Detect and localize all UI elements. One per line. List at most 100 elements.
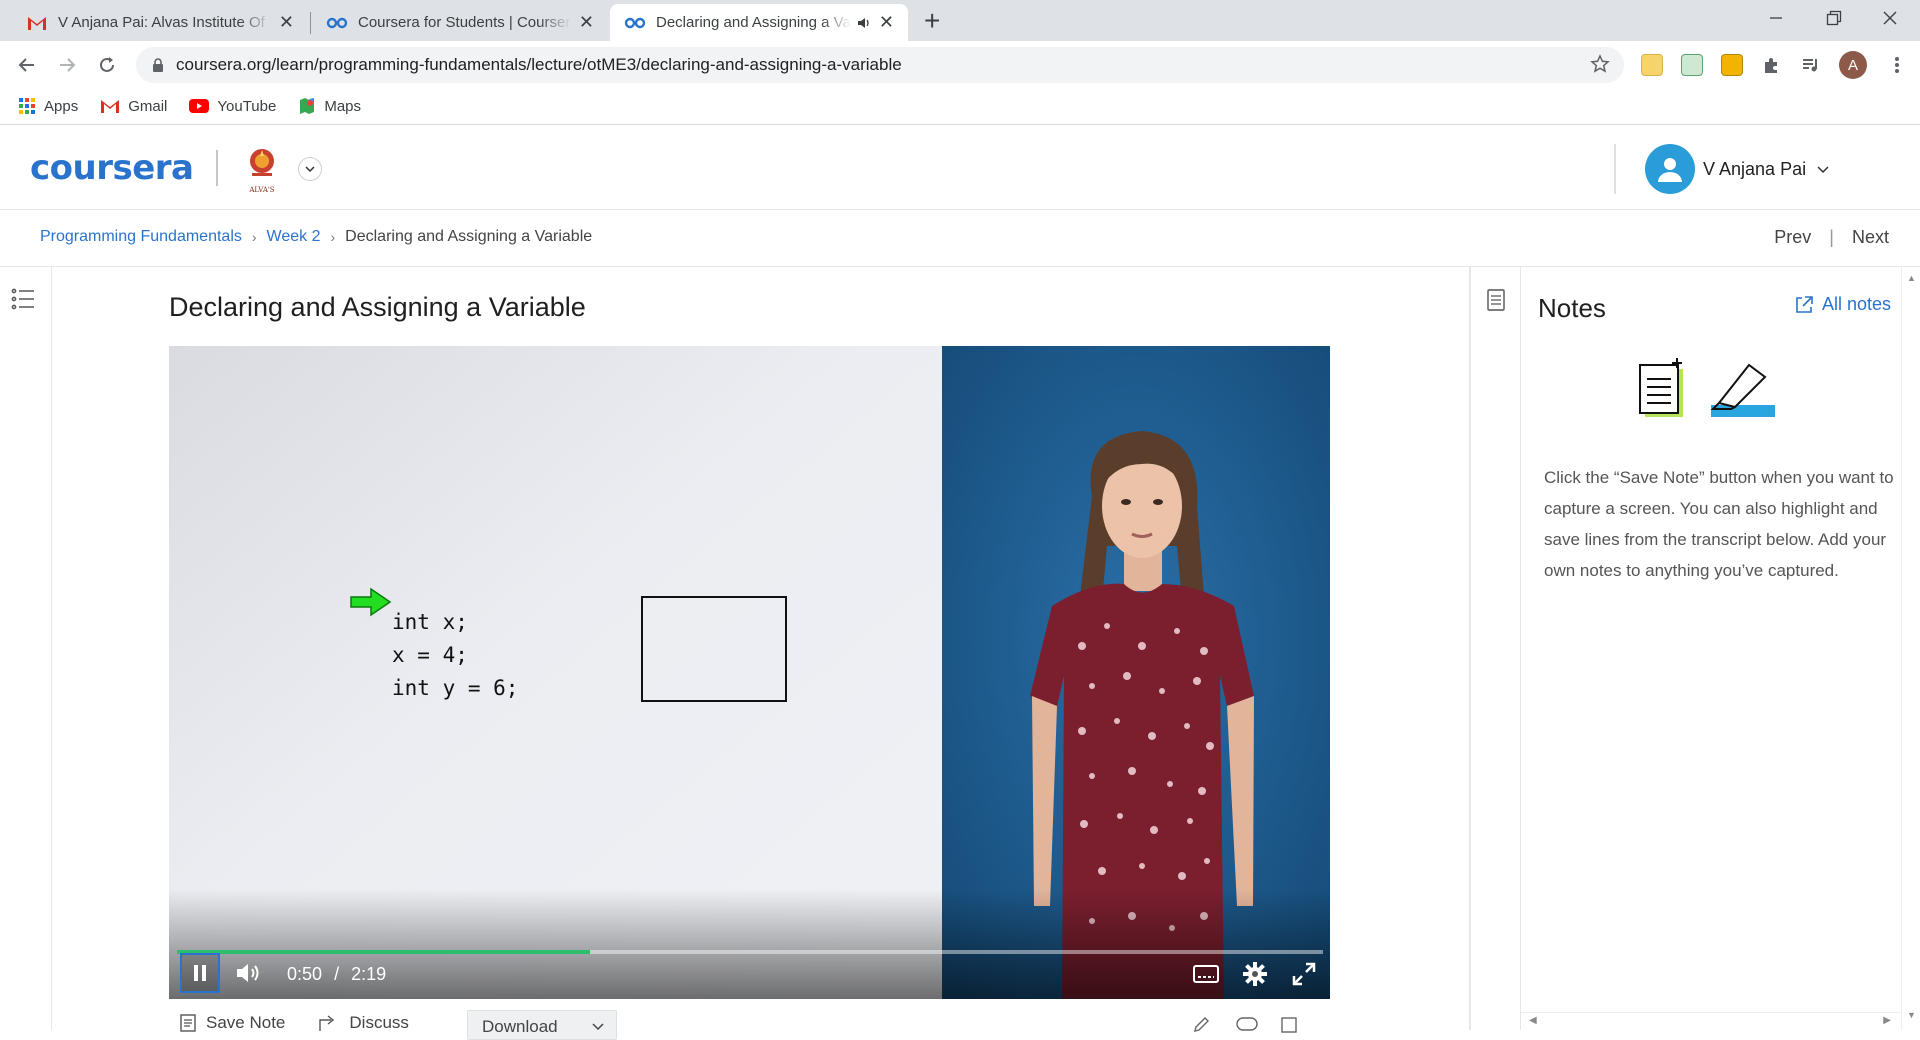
forward-icon[interactable] — [52, 50, 82, 80]
extension-sheets-icon[interactable] — [1681, 54, 1703, 76]
user-menu[interactable]: V Anjana Pai — [1703, 159, 1829, 180]
settings-button[interactable] — [1239, 958, 1271, 990]
scroll-up-icon[interactable]: ▲ — [1907, 273, 1916, 283]
header-divider — [1614, 144, 1616, 194]
lesson-pagination: Prev | Next — [1774, 227, 1889, 248]
breadcrumb: Programming Fundamentals › Week 2 › Decl… — [40, 228, 592, 246]
fullscreen-button[interactable] — [1288, 958, 1320, 990]
close-window-icon[interactable] — [1882, 10, 1898, 26]
breadcrumb-course-link[interactable]: Programming Fundamentals — [40, 228, 242, 246]
code-line: x = 4; — [392, 643, 468, 667]
notes-rail — [1469, 267, 1521, 1030]
tab-title: V Anjana Pai: Alvas Institute Of Enginee… — [58, 14, 271, 31]
gear-icon — [1243, 962, 1267, 986]
pause-icon — [194, 965, 206, 981]
bookmark-apps[interactable]: Apps — [18, 97, 78, 115]
user-avatar-icon[interactable] — [1645, 144, 1695, 194]
reload-icon[interactable] — [92, 50, 122, 80]
scroll-down-icon[interactable]: ▼ — [1907, 1010, 1916, 1020]
extension-notes-icon[interactable] — [1641, 54, 1663, 76]
current-time: 0:50 — [287, 964, 323, 984]
prev-button[interactable]: Prev — [1774, 227, 1811, 248]
header-divider — [216, 150, 218, 186]
notes-heading: Notes — [1538, 293, 1606, 323]
breadcrumb-chevron-icon: › — [251, 229, 257, 245]
close-tab-icon[interactable]: ✕ — [279, 12, 294, 33]
notes-horizontal-scrollbar[interactable]: ◀ ▶ — [1521, 1012, 1901, 1030]
bookmark-label: Maps — [324, 97, 362, 115]
url-text: coursera.org/learn/programming-fundament… — [176, 55, 902, 74]
tab-gmail[interactable]: V Anjana Pai: Alvas Institute Of Enginee… — [12, 4, 308, 41]
minimize-window-icon[interactable] — [1768, 2, 1784, 22]
edit-pencil-icon[interactable] — [1192, 1016, 1210, 1034]
notes-vertical-scrollbar[interactable]: ▲ ▼ — [1901, 267, 1920, 1030]
bookmark-maps[interactable]: Maps — [298, 97, 361, 115]
video-progress-bar[interactable] — [177, 950, 1323, 954]
pause-button[interactable] — [180, 953, 220, 993]
gmail-icon — [26, 14, 48, 32]
bookmark-youtube[interactable]: YouTube — [189, 98, 276, 115]
extension-media-icon[interactable] — [1721, 54, 1743, 76]
pagination-divider: | — [1829, 227, 1834, 247]
flag-icon[interactable] — [1280, 1016, 1298, 1034]
save-note-label: Save Note — [206, 1013, 286, 1032]
bookmark-label: Apps — [44, 97, 79, 115]
volume-button[interactable] — [231, 956, 267, 990]
profile-avatar[interactable]: A — [1839, 51, 1867, 79]
tab-divider — [310, 12, 311, 34]
user-name: V Anjana Pai — [1703, 159, 1807, 179]
tab-declaring-variable[interactable]: Declaring and Assigning a Variable ✕ — [610, 4, 908, 41]
browser-menu-icon[interactable] — [1882, 50, 1912, 80]
tab-coursera-students[interactable]: Coursera for Students | Coursera ✕ — [312, 4, 608, 41]
add-note-icon — [1639, 358, 1683, 417]
browser-toolbar: coursera.org/learn/programming-fundament… — [0, 41, 1920, 88]
coursera-icon — [624, 14, 646, 32]
download-label: Download — [482, 1017, 558, 1036]
close-tab-icon[interactable]: ✕ — [879, 12, 894, 33]
institution-switcher-chevron-icon[interactable] — [298, 157, 322, 181]
scroll-left-icon[interactable]: ◀ — [1529, 1015, 1537, 1026]
chat-bubble-icon[interactable] — [1236, 1016, 1258, 1034]
lock-icon — [152, 57, 164, 73]
save-note-button[interactable]: Save Note — [180, 1013, 285, 1033]
restore-window-icon[interactable] — [1826, 10, 1842, 26]
coursera-icon — [326, 14, 348, 32]
volume-icon — [237, 964, 259, 982]
notes-toggle-icon[interactable] — [1487, 289, 1505, 311]
all-notes-link[interactable]: All notes — [1794, 294, 1891, 315]
all-notes-label: All notes — [1821, 294, 1891, 314]
browser-tab-bar: V Anjana Pai: Alvas Institute Of Enginee… — [0, 0, 1920, 41]
institution-logo-text: ALVA'S — [249, 186, 275, 194]
fullscreen-icon — [1292, 962, 1316, 986]
bookmark-label: Gmail — [128, 97, 168, 115]
notes-illustration — [1639, 357, 1789, 427]
download-dropdown[interactable]: Download — [467, 1010, 617, 1040]
tab-title: Coursera for Students | Coursera — [358, 14, 571, 31]
scroll-right-icon[interactable]: ▶ — [1883, 1015, 1891, 1026]
back-icon[interactable] — [12, 50, 42, 80]
chevron-down-icon — [1817, 166, 1829, 174]
video-player[interactable]: int x; x = 4; int y = 6; 0:50 / 2:19 — [169, 346, 1330, 999]
course-outline-toggle-icon[interactable] — [11, 287, 35, 311]
external-link-icon — [1794, 295, 1814, 315]
next-button[interactable]: Next — [1852, 227, 1889, 248]
new-tab-button[interactable]: + — [924, 6, 940, 36]
bookmark-star-icon[interactable] — [1590, 54, 1610, 74]
course-outline-rail — [0, 267, 52, 1030]
notes-panel: Notes All notes Click the “Save Note” bu… — [1521, 267, 1901, 1030]
audio-playing-icon[interactable] — [857, 17, 871, 29]
site-header: coursera ALVA'S V Anjana Pai — [0, 126, 1920, 210]
subtitles-button[interactable] — [1190, 958, 1222, 990]
code-line: int x; — [392, 610, 468, 634]
breadcrumb-week-link[interactable]: Week 2 — [267, 228, 321, 246]
address-bar[interactable]: coursera.org/learn/programming-fundament… — [136, 47, 1624, 83]
extensions-puzzle-icon[interactable] — [1757, 50, 1787, 80]
bookmark-gmail[interactable]: Gmail — [100, 98, 167, 115]
notes-instructions: Click the “Save Note” button when you wa… — [1544, 468, 1894, 580]
close-tab-icon[interactable]: ✕ — [579, 12, 594, 33]
discuss-button[interactable]: Discuss — [319, 1013, 409, 1033]
institution-logo[interactable]: ALVA'S — [244, 146, 280, 194]
coursera-logo[interactable]: coursera — [30, 148, 194, 188]
apps-grid-icon — [18, 97, 36, 115]
media-control-icon[interactable] — [1796, 50, 1826, 80]
